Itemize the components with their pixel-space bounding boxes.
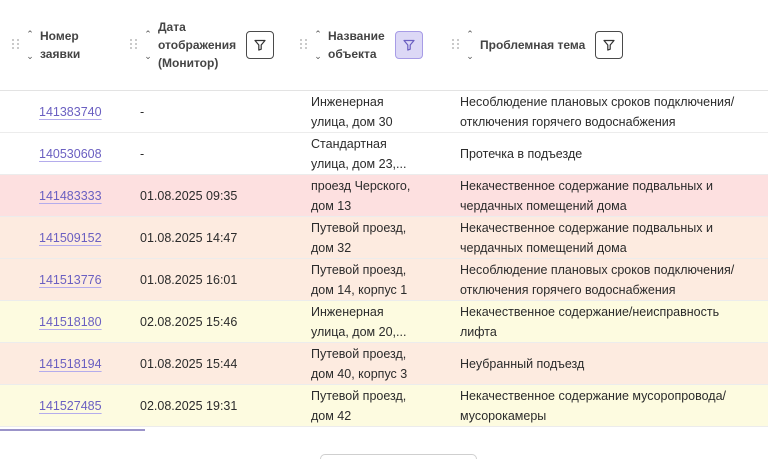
- request-number-cell: 141527485: [39, 385, 134, 426]
- table-row[interactable]: 141513776 01.08.2025 16:01 Путевой проезд,…: [0, 259, 768, 301]
- requests-table: ⌃ ⌄ Номер заявки ⌃ ⌄ Дата отображения (Монито…: [0, 0, 768, 427]
- drag-handle-icon[interactable]: [130, 39, 138, 51]
- request-number-link[interactable]: 141518194: [39, 354, 102, 374]
- display-date-cell: 01.08.2025 09:35: [140, 188, 238, 203]
- request-number-link[interactable]: 141518180: [39, 312, 102, 332]
- table-row[interactable]: 140530608 - Стандартная улица, дом 23,... П…: [0, 133, 768, 175]
- sort-toggle[interactable]: ⌃ ⌄: [466, 30, 474, 61]
- object-name-cell: Путевой проезд, дом 42: [311, 388, 407, 423]
- request-number-cell: 141518194: [39, 343, 134, 384]
- sort-toggle[interactable]: ⌃ ⌄: [26, 30, 34, 61]
- filter-button-object[interactable]: [394, 31, 423, 59]
- request-number-cell: 141518180: [39, 301, 134, 342]
- display-date-cell: -: [140, 146, 145, 161]
- column-header-number: ⌃ ⌄ Номер заявки: [12, 0, 80, 90]
- object-name-cell: Путевой проезд, дом 14, корпус 1: [311, 262, 408, 297]
- table-header: ⌃ ⌄ Номер заявки ⌃ ⌄ Дата отображения (Монито…: [0, 0, 768, 91]
- column-label: Номер заявки: [40, 29, 81, 61]
- problem-topic-cell: Несоблюдение плановых сроков подключения…: [460, 94, 735, 129]
- object-name-cell: Стандартная улица, дом 23,...: [311, 136, 407, 171]
- request-number-link[interactable]: 141383740: [39, 102, 102, 122]
- display-date-cell: -: [140, 104, 145, 119]
- table-row[interactable]: 141383740 - Инженерная улица, дом 30 Несобл…: [0, 91, 768, 133]
- filter-icon: [403, 39, 415, 51]
- object-name-cell: Путевой проезд, дом 40, корпус 3: [311, 346, 408, 381]
- table-row[interactable]: 141518180 02.08.2025 15:46 Инженерная улиц…: [0, 301, 768, 343]
- scroll-indicator[interactable]: [0, 429, 145, 431]
- column-label: Дата отображения (Монитор): [158, 20, 237, 70]
- problem-topic-cell: Некачественное содержание подвальных и ч…: [460, 178, 713, 213]
- request-number-cell: 140530608: [39, 133, 134, 174]
- problem-topic-cell: Протечка в подъезде: [460, 146, 583, 161]
- sort-toggle[interactable]: ⌃ ⌄: [144, 30, 152, 61]
- request-number-link[interactable]: 141509152: [39, 228, 102, 248]
- table-row[interactable]: 141483333 01.08.2025 09:35 проезд Черского…: [0, 175, 768, 217]
- table-body: 141383740 - Инженерная улица, дом 30 Несобл…: [0, 91, 768, 427]
- column-header-topic: ⌃ ⌄ Проблемная тема: [452, 0, 624, 90]
- object-name-cell: проезд Черского, дом 13: [311, 178, 411, 213]
- problem-topic-cell: Несоблюдение плановых сроков подключения…: [460, 262, 735, 297]
- problem-topic-cell: Некачественное содержание мусоропровода/…: [460, 388, 727, 423]
- request-number-cell: 141509152: [39, 217, 134, 258]
- request-number-cell: 141483333: [39, 175, 134, 216]
- drag-handle-icon[interactable]: [452, 39, 460, 51]
- column-label: Проблемная тема: [480, 38, 586, 52]
- sort-toggle[interactable]: ⌃ ⌄: [314, 30, 322, 61]
- sort-ascending-icon[interactable]: ⌃: [466, 30, 474, 39]
- request-number-link[interactable]: 141483333: [39, 186, 102, 206]
- sort-ascending-icon[interactable]: ⌃: [144, 30, 152, 39]
- request-number-link[interactable]: 141527485: [39, 396, 102, 416]
- table-row[interactable]: 141509152 01.08.2025 14:47 Путевой проезд,…: [0, 217, 768, 259]
- problem-topic-cell: Неубранный подъезд: [460, 356, 585, 371]
- request-number-cell: 141383740: [39, 91, 134, 132]
- sort-descending-icon[interactable]: ⌄: [466, 52, 474, 61]
- filter-icon: [254, 39, 266, 51]
- problem-topic-cell: Некачественное содержание подвальных и ч…: [460, 220, 713, 255]
- column-label: Название объекта: [328, 29, 385, 61]
- column-header-date: ⌃ ⌄ Дата отображения (Монитор): [130, 0, 275, 90]
- filter-button-date[interactable]: [246, 31, 275, 59]
- display-date-cell: 01.08.2025 16:01: [140, 272, 238, 287]
- object-name-cell: Инженерная улица, дом 20,...: [311, 304, 407, 339]
- sort-descending-icon[interactable]: ⌄: [26, 52, 34, 61]
- sort-descending-icon[interactable]: ⌄: [144, 52, 152, 61]
- object-name-cell: Путевой проезд, дом 32: [311, 220, 407, 255]
- filter-icon: [603, 39, 615, 51]
- request-number-cell: 141513776: [39, 259, 134, 300]
- display-date-cell: 02.08.2025 19:31: [140, 398, 238, 413]
- load-more-button[interactable]: [320, 454, 477, 459]
- display-date-cell: 01.08.2025 14:47: [140, 230, 238, 245]
- request-number-link[interactable]: 141513776: [39, 270, 102, 290]
- column-header-object: ⌃ ⌄ Название объекта: [300, 0, 423, 90]
- display-date-cell: 02.08.2025 15:46: [140, 314, 238, 329]
- sort-descending-icon[interactable]: ⌄: [314, 52, 322, 61]
- request-number-link[interactable]: 140530608: [39, 144, 102, 164]
- sort-ascending-icon[interactable]: ⌃: [314, 30, 322, 39]
- table-row[interactable]: 141527485 02.08.2025 19:31 Путевой проезд,…: [0, 385, 768, 427]
- drag-handle-icon[interactable]: [12, 39, 20, 51]
- sort-ascending-icon[interactable]: ⌃: [26, 30, 34, 39]
- filter-button-topic[interactable]: [595, 31, 624, 59]
- problem-topic-cell: Некачественное содержание/неисправность …: [460, 304, 720, 339]
- object-name-cell: Инженерная улица, дом 30: [311, 94, 393, 129]
- drag-handle-icon[interactable]: [300, 39, 308, 51]
- table-row[interactable]: 141518194 01.08.2025 15:44 Путевой проезд,…: [0, 343, 768, 385]
- display-date-cell: 01.08.2025 15:44: [140, 356, 238, 371]
